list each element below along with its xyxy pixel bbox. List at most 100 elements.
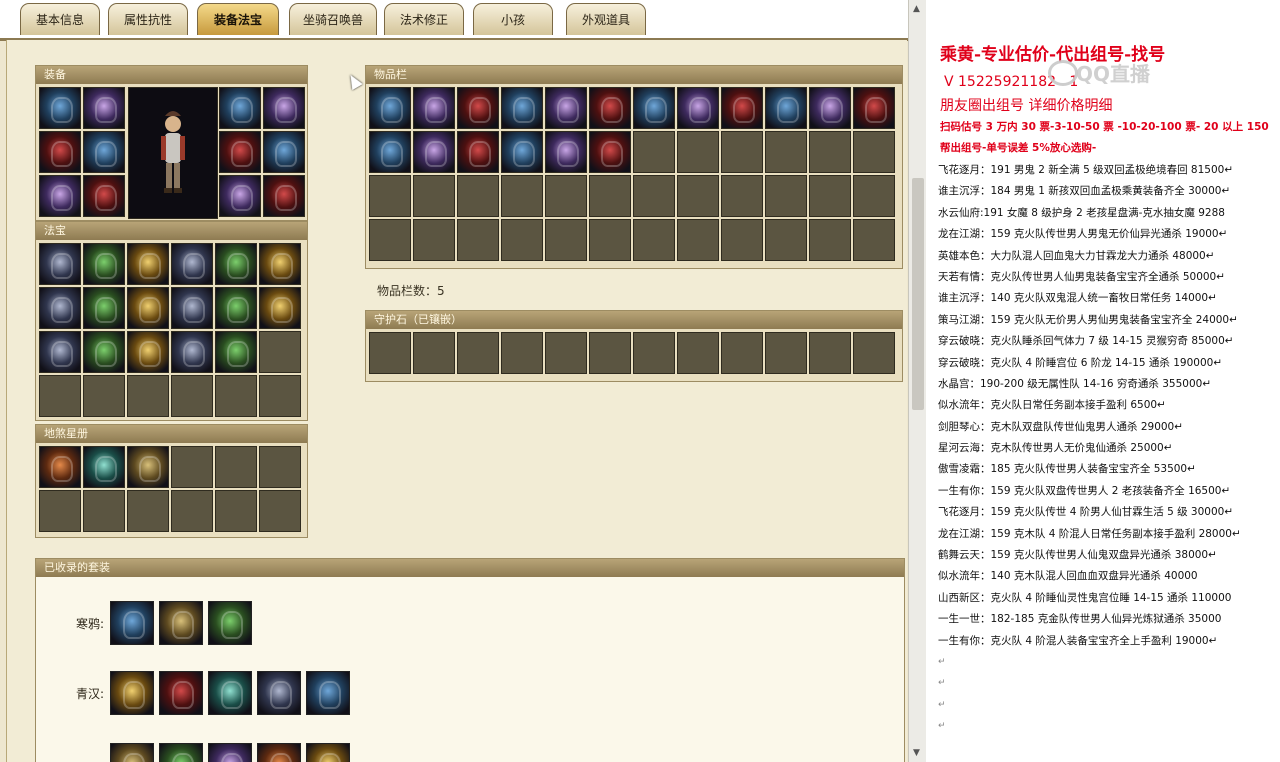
equipment-item-icon[interactable] (83, 131, 125, 173)
equipment-item-icon[interactable] (263, 131, 305, 173)
inventory-empty-slot[interactable] (589, 219, 631, 261)
inventory-empty-slot[interactable] (809, 131, 851, 173)
inventory-item-icon[interactable] (677, 87, 719, 129)
guardian-empty-slot[interactable] (501, 332, 543, 374)
guardian-empty-slot[interactable] (369, 332, 411, 374)
inventory-empty-slot[interactable] (369, 175, 411, 217)
equipment-item-icon[interactable] (263, 87, 305, 129)
inventory-empty-slot[interactable] (501, 219, 543, 261)
scroll-up-icon[interactable]: ▲ (913, 4, 920, 14)
guardian-empty-slot[interactable] (545, 332, 587, 374)
inventory-empty-slot[interactable] (545, 219, 587, 261)
suit-item-icon[interactable] (257, 743, 301, 762)
suit-item-icon[interactable] (257, 671, 301, 715)
equipment-item-icon[interactable] (83, 87, 125, 129)
inventory-empty-slot[interactable] (677, 219, 719, 261)
tab-6[interactable]: 外观道具 (566, 3, 646, 35)
equipment-item-icon[interactable] (219, 87, 261, 129)
inventory-empty-slot[interactable] (677, 131, 719, 173)
constellation-empty-slot[interactable] (171, 446, 213, 488)
suit-item-icon[interactable] (208, 671, 252, 715)
inventory-empty-slot[interactable] (633, 131, 675, 173)
inventory-empty-slot[interactable] (721, 131, 763, 173)
treasure-item-icon[interactable] (215, 331, 257, 373)
guardian-empty-slot[interactable] (413, 332, 455, 374)
treasure-empty-slot[interactable] (171, 375, 213, 417)
guardian-empty-slot[interactable] (633, 332, 675, 374)
inventory-empty-slot[interactable] (633, 219, 675, 261)
guardian-empty-slot[interactable] (721, 332, 763, 374)
inventory-empty-slot[interactable] (721, 219, 763, 261)
treasure-item-icon[interactable] (39, 287, 81, 329)
inventory-item-icon[interactable] (369, 87, 411, 129)
inventory-item-icon[interactable] (589, 131, 631, 173)
tab-3[interactable]: 坐骑召唤兽 (289, 3, 377, 35)
inventory-empty-slot[interactable] (677, 175, 719, 217)
inventory-empty-slot[interactable] (809, 219, 851, 261)
vertical-scrollbar[interactable]: ▲ ▼ (908, 0, 927, 762)
constellation-empty-slot[interactable] (39, 490, 81, 532)
treasure-item-icon[interactable] (83, 287, 125, 329)
constellation-item-icon[interactable] (127, 446, 169, 488)
treasure-item-icon[interactable] (171, 331, 213, 373)
treasure-empty-slot[interactable] (127, 375, 169, 417)
equipment-item-icon[interactable] (219, 131, 261, 173)
treasure-item-icon[interactable] (127, 331, 169, 373)
suit-item-icon[interactable] (306, 671, 350, 715)
inventory-empty-slot[interactable] (545, 175, 587, 217)
treasure-item-icon[interactable] (127, 243, 169, 285)
treasure-empty-slot[interactable] (215, 375, 257, 417)
constellation-empty-slot[interactable] (83, 490, 125, 532)
suit-item-icon[interactable] (306, 743, 350, 762)
inventory-empty-slot[interactable] (457, 175, 499, 217)
constellation-empty-slot[interactable] (259, 446, 301, 488)
inventory-empty-slot[interactable] (501, 175, 543, 217)
suit-item-icon[interactable] (159, 743, 203, 762)
inventory-item-icon[interactable] (457, 131, 499, 173)
tab-2[interactable]: 装备法宝 (197, 3, 279, 35)
treasure-item-icon[interactable] (259, 287, 301, 329)
suit-item-icon[interactable] (159, 671, 203, 715)
constellation-empty-slot[interactable] (171, 490, 213, 532)
inventory-empty-slot[interactable] (765, 175, 807, 217)
inventory-item-icon[interactable] (545, 87, 587, 129)
inventory-item-icon[interactable] (413, 87, 455, 129)
scroll-thumb[interactable] (912, 178, 924, 410)
inventory-empty-slot[interactable] (809, 175, 851, 217)
treasure-empty-slot[interactable] (259, 331, 301, 373)
equipment-item-icon[interactable] (219, 175, 261, 217)
inventory-empty-slot[interactable] (457, 219, 499, 261)
constellation-empty-slot[interactable] (127, 490, 169, 532)
constellation-item-icon[interactable] (83, 446, 125, 488)
suit-item-icon[interactable] (110, 671, 154, 715)
inventory-item-icon[interactable] (369, 131, 411, 173)
constellation-item-icon[interactable] (39, 446, 81, 488)
treasure-empty-slot[interactable] (259, 375, 301, 417)
treasure-item-icon[interactable] (171, 287, 213, 329)
guardian-empty-slot[interactable] (809, 332, 851, 374)
tab-4[interactable]: 法术修正 (384, 3, 464, 35)
inventory-item-icon[interactable] (853, 87, 895, 129)
treasure-item-icon[interactable] (215, 287, 257, 329)
treasure-item-icon[interactable] (83, 331, 125, 373)
inventory-item-icon[interactable] (721, 87, 763, 129)
inventory-item-icon[interactable] (413, 131, 455, 173)
inventory-item-icon[interactable] (765, 87, 807, 129)
inventory-empty-slot[interactable] (413, 219, 455, 261)
suit-item-icon[interactable] (110, 601, 154, 645)
treasure-item-icon[interactable] (83, 243, 125, 285)
inventory-item-icon[interactable] (501, 131, 543, 173)
inventory-item-icon[interactable] (809, 87, 851, 129)
equipment-item-icon[interactable] (263, 175, 305, 217)
inventory-empty-slot[interactable] (413, 175, 455, 217)
inventory-empty-slot[interactable] (853, 175, 895, 217)
constellation-empty-slot[interactable] (215, 446, 257, 488)
guardian-empty-slot[interactable] (589, 332, 631, 374)
treasure-item-icon[interactable] (259, 243, 301, 285)
tab-0[interactable]: 基本信息 (20, 3, 100, 35)
treasure-item-icon[interactable] (39, 243, 81, 285)
tab-1[interactable]: 属性抗性 (108, 3, 188, 35)
constellation-empty-slot[interactable] (215, 490, 257, 532)
treasure-empty-slot[interactable] (39, 375, 81, 417)
equipment-item-icon[interactable] (39, 131, 81, 173)
